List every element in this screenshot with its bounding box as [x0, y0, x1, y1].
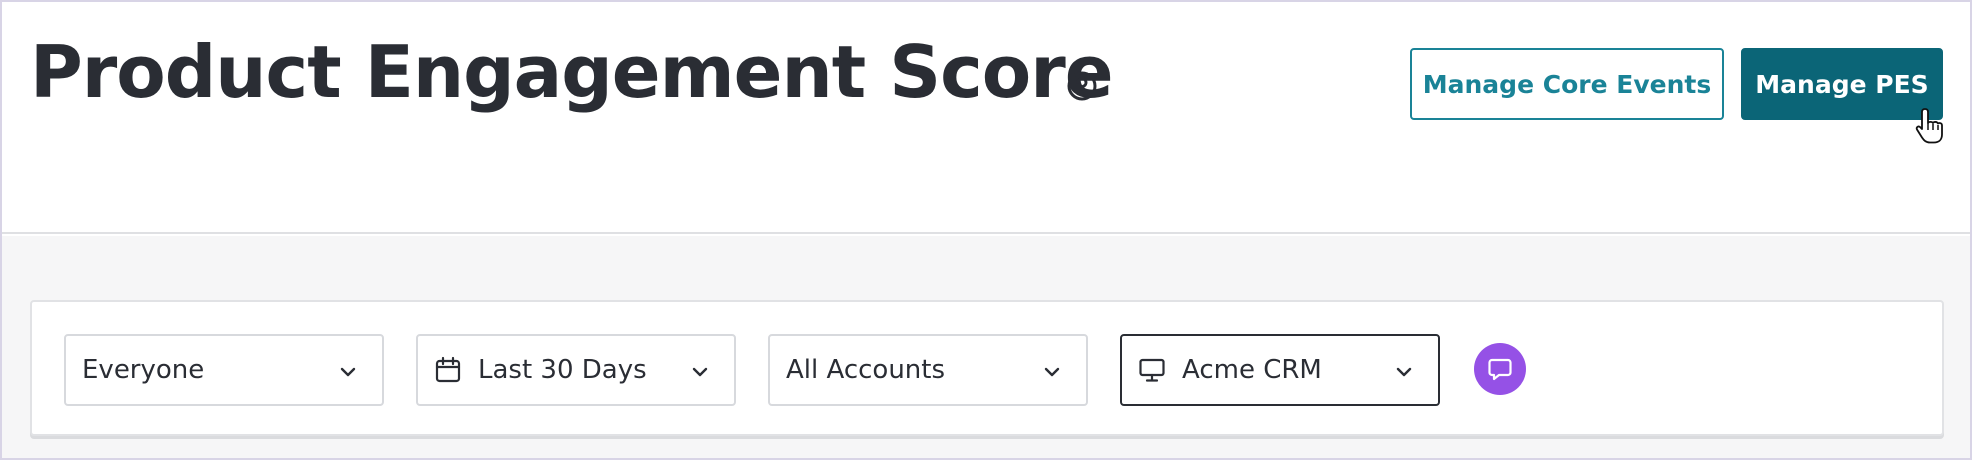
chevron-down-icon	[340, 367, 356, 377]
content-area: Everyone Last 30 Days All Accounts Acme …	[2, 236, 1970, 458]
filter-bar: Everyone Last 30 Days All Accounts Acme …	[30, 300, 1944, 436]
chevron-down-icon	[1396, 367, 1412, 377]
app-dropdown[interactable]: Acme CRM	[1120, 334, 1440, 406]
segment-dropdown[interactable]: Everyone	[64, 334, 384, 406]
chat-button[interactable]	[1474, 343, 1526, 395]
chat-bubble-icon	[1488, 358, 1512, 381]
app-frame: Product Engagement Score Manage Core Eve…	[0, 0, 1972, 460]
manage-core-events-button[interactable]: Manage Core Events	[1410, 48, 1724, 120]
segment-dropdown-label: Everyone	[82, 355, 205, 385]
date-range-dropdown-label: Last 30 Days	[478, 355, 647, 385]
page-title: Product Engagement Score	[30, 30, 1114, 114]
manage-pes-button[interactable]: Manage PES	[1741, 48, 1943, 120]
calendar-icon	[435, 356, 461, 383]
accounts-dropdown[interactable]: All Accounts	[768, 334, 1088, 406]
date-range-dropdown[interactable]: Last 30 Days	[416, 334, 736, 406]
chevron-down-icon	[692, 367, 708, 377]
page-header: Product Engagement Score Manage Core Eve…	[2, 2, 1970, 234]
app-dropdown-label: Acme CRM	[1182, 355, 1322, 385]
accounts-dropdown-label: All Accounts	[786, 355, 946, 385]
monitor-icon	[1139, 358, 1165, 382]
hand-pointer-cursor-icon	[1915, 108, 1943, 144]
question-circle-icon[interactable]	[1066, 70, 1098, 102]
chevron-down-icon	[1044, 367, 1060, 377]
